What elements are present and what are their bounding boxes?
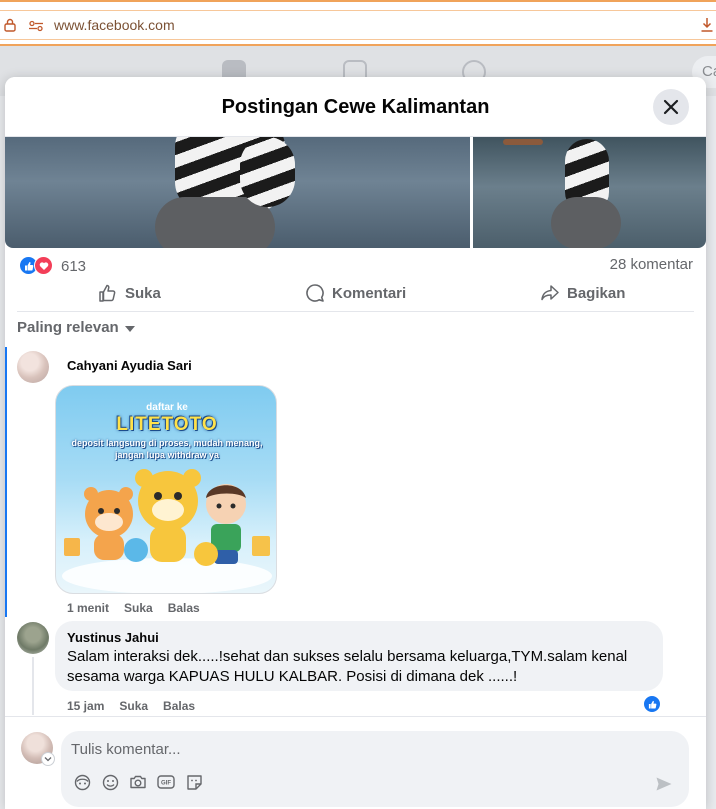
profile-switch-button[interactable] xyxy=(41,752,55,766)
emoji-icon xyxy=(102,774,118,790)
close-icon xyxy=(663,99,679,115)
post-photo-1[interactable] xyxy=(5,137,470,248)
post-actions: Suka Komentari Bagikan xyxy=(5,279,706,309)
comment-text: Salam interaksi dek.....!sehat dan sukse… xyxy=(67,648,628,685)
comment-like-link[interactable]: Suka xyxy=(119,699,148,713)
site-settings-icon[interactable] xyxy=(28,20,44,32)
comment-button[interactable]: Komentari xyxy=(305,283,406,303)
comment-sticker-image[interactable]: daftar ke LITETOTO deposit langsung di p… xyxy=(55,385,277,594)
comment-meta: 1 menit Suka Balas xyxy=(67,601,200,615)
avatar-sticker-icon xyxy=(74,774,90,790)
comment-button-label: Komentari xyxy=(332,284,407,302)
reaction-icons xyxy=(17,256,55,276)
send-icon[interactable] xyxy=(655,775,673,793)
comment-count[interactable]: 28 komentar xyxy=(610,256,693,273)
emoji-button[interactable] xyxy=(101,773,119,791)
love-reaction-icon xyxy=(34,256,53,275)
close-button[interactable] xyxy=(653,89,689,125)
comment-icon xyxy=(306,284,324,302)
sticker-button[interactable] xyxy=(185,773,203,791)
comment-composer: GIF xyxy=(61,731,689,807)
caret-down-icon xyxy=(124,325,135,332)
comment-sort-dropdown[interactable]: Paling relevan xyxy=(17,319,135,336)
like-button[interactable]: Suka xyxy=(98,283,161,303)
avatar-sticker-button[interactable] xyxy=(73,773,91,791)
url-text[interactable]: www.facebook.com xyxy=(54,17,175,33)
avatar[interactable] xyxy=(17,622,49,654)
svg-text:GIF: GIF xyxy=(161,781,171,787)
comment-meta: 15 jam Suka Balas xyxy=(67,699,195,713)
post-photos xyxy=(5,137,706,248)
comment-input[interactable] xyxy=(71,737,671,761)
comment-reply-link[interactable]: Balas xyxy=(168,601,200,615)
thumbs-up-icon xyxy=(99,284,116,302)
comment-time[interactable]: 15 jam xyxy=(67,699,104,713)
share-button-label: Bagikan xyxy=(567,284,626,302)
divider xyxy=(17,311,694,312)
comment-like-reaction-icon[interactable] xyxy=(643,695,661,713)
share-button[interactable]: Bagikan xyxy=(540,283,625,303)
post-modal: Postingan Cewe Kalimantan 613 28 komenta… xyxy=(5,77,706,809)
download-icon[interactable] xyxy=(700,17,714,33)
avatar[interactable] xyxy=(17,351,49,383)
comment-bubble: Yustinus Jahui Salam interaksi dek.....!… xyxy=(55,621,663,691)
modal-title: Postingan Cewe Kalimantan xyxy=(221,96,490,118)
composer-tools: GIF xyxy=(73,773,203,791)
thread-line xyxy=(32,657,34,715)
post-photo-2[interactable] xyxy=(473,137,706,248)
browser-address-bar: www.facebook.com xyxy=(0,0,716,46)
camera-button[interactable] xyxy=(129,773,147,791)
comment-author[interactable]: Yustinus Jahui xyxy=(67,630,159,645)
like-button-label: Suka xyxy=(125,284,161,302)
gif-icon: GIF xyxy=(157,775,175,789)
chevron-down-icon xyxy=(44,757,52,762)
sticker-icon xyxy=(186,774,202,790)
comment-author[interactable]: Cahyani Ayudia Sari xyxy=(67,358,192,373)
divider xyxy=(5,716,706,717)
camera-icon xyxy=(130,775,146,789)
reaction-count: 613 xyxy=(61,257,87,275)
modal-header: Postingan Cewe Kalimantan xyxy=(5,77,706,137)
comment-time[interactable]: 1 menit xyxy=(67,601,109,615)
sort-label: Paling relevan xyxy=(17,319,119,336)
reaction-summary[interactable]: 613 xyxy=(17,254,86,278)
comment-reply-link[interactable]: Balas xyxy=(163,699,195,713)
share-icon xyxy=(541,285,559,301)
cartoon-characters-illustration xyxy=(62,469,272,593)
gif-button[interactable]: GIF xyxy=(157,773,175,791)
highlighted-comment-bar xyxy=(5,347,7,617)
comment-like-link[interactable]: Suka xyxy=(124,601,153,615)
url-bar[interactable]: www.facebook.com xyxy=(0,10,716,40)
lock-icon[interactable] xyxy=(4,18,16,32)
